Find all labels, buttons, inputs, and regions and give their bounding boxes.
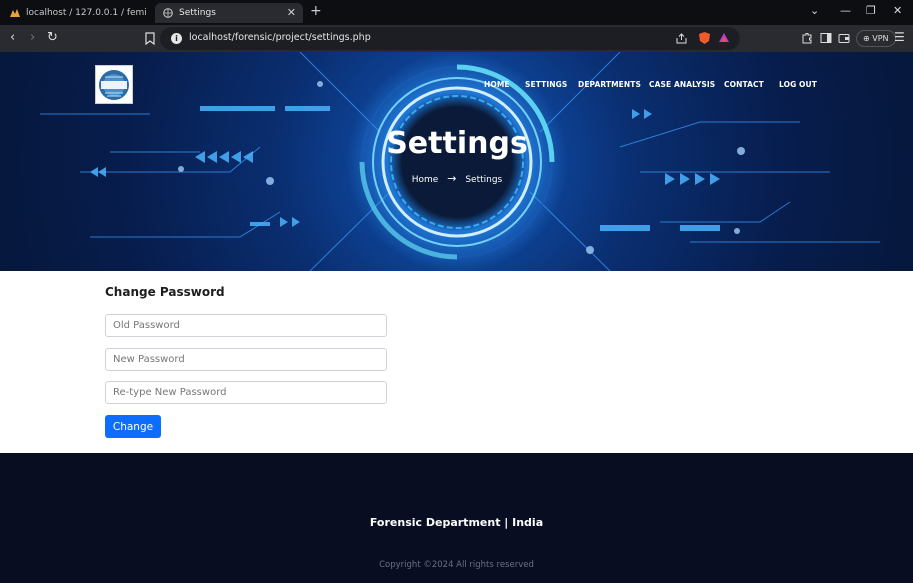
retype-password-field[interactable] — [105, 381, 387, 404]
browser-tab[interactable]: localhost / 127.0.0.1 / femis / users — [4, 3, 150, 23]
wallet-icon[interactable] — [838, 32, 850, 44]
share-icon[interactable] — [676, 33, 687, 44]
close-window-icon[interactable]: ✕ — [893, 4, 902, 17]
breadcrumb: Home → Settings — [360, 172, 554, 185]
restore-icon[interactable]: ❐ — [866, 4, 876, 17]
vpn-button[interactable]: ⊕ VPN — [856, 30, 896, 47]
new-tab-icon[interactable]: + — [310, 3, 322, 19]
browser-tabbar: localhost / 127.0.0.1 / femis / users Se… — [0, 0, 913, 25]
page-title: Settings — [386, 126, 528, 161]
breadcrumb-current: Settings — [465, 175, 503, 185]
url-field[interactable]: i localhost/forensic/project/settings.ph… — [160, 27, 740, 50]
chevron-down-icon[interactable]: ⌄ — [810, 4, 819, 17]
reload-icon[interactable]: ↻ — [47, 30, 58, 45]
breadcrumb-home[interactable]: Home — [412, 175, 439, 185]
nav-home[interactable]: HOME — [484, 80, 510, 89]
vpn-label: VPN — [872, 34, 889, 43]
hero-banner: HOME SETTINGS DEPARTMENTS CASE ANALYSIS … — [0, 52, 913, 271]
form-title: Change Password — [105, 285, 225, 299]
tab-title: Settings — [179, 8, 216, 18]
close-tab-icon[interactable]: ✕ — [287, 6, 296, 19]
extensions-icon[interactable] — [801, 32, 813, 44]
address-bar: ‹ › ↻ i localhost/forensic/project/setti… — [0, 25, 913, 52]
brave-shield-icon[interactable] — [698, 31, 711, 45]
footer: Forensic Department | India Copyright ©2… — [0, 453, 913, 583]
info-icon[interactable]: i — [171, 33, 182, 44]
site-logo[interactable] — [95, 65, 133, 104]
nav-logout[interactable]: LOG OUT — [779, 80, 817, 89]
browser-tab-active[interactable]: Settings ✕ — [155, 3, 303, 23]
tab-title: localhost / 127.0.0.1 / femis / users — [26, 8, 146, 18]
old-password-field[interactable] — [105, 314, 387, 337]
change-button[interactable]: Change — [105, 415, 161, 438]
footer-copyright: Copyright ©2024 All rights reserved — [379, 560, 534, 570]
menu-icon[interactable]: ☰ — [894, 30, 905, 44]
nav-departments[interactable]: DEPARTMENTS — [578, 80, 641, 89]
nav-settings[interactable]: SETTINGS — [525, 80, 567, 89]
arrow-right-icon: → — [447, 172, 457, 185]
forward-icon[interactable]: › — [30, 30, 35, 45]
new-password-field[interactable] — [105, 348, 387, 371]
globe-icon — [163, 8, 173, 18]
url-text: localhost/forensic/project/settings.php — [189, 32, 371, 43]
back-icon[interactable]: ‹ — [10, 30, 15, 45]
brave-rewards-icon[interactable] — [718, 32, 730, 43]
nav-case-analysis[interactable]: CASE ANALYSIS — [649, 80, 715, 89]
sidebar-icon[interactable] — [820, 32, 832, 44]
phpmyadmin-icon — [10, 9, 20, 17]
footer-title: Forensic Department | India — [369, 516, 544, 529]
nav-contact[interactable]: CONTACT — [724, 80, 764, 89]
bookmark-icon[interactable] — [145, 32, 155, 45]
forensic-science-logo — [99, 69, 129, 100]
minimize-icon[interactable]: — — [840, 4, 851, 17]
circuit-background — [40, 52, 880, 271]
